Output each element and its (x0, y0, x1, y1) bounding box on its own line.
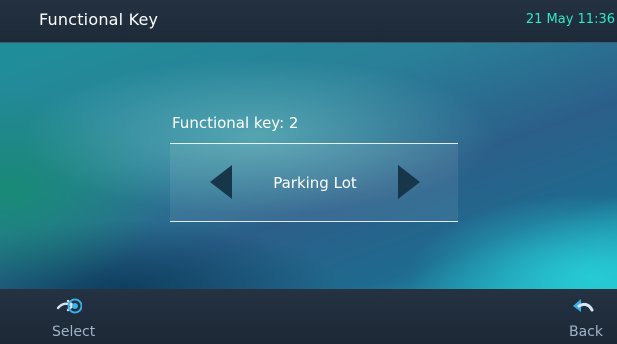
forward-arrow-icon (56, 298, 82, 314)
page-title: Functional Key (39, 10, 159, 29)
select-softkey[interactable]: Select (30, 289, 120, 344)
key-type-selector[interactable]: Parking Lot (170, 143, 458, 222)
main-content: Functional key: 2 Parking Lot (0, 43, 617, 289)
previous-arrow-icon[interactable] (210, 165, 232, 199)
back-softkey[interactable]: Back (537, 289, 617, 344)
select-label: Select (52, 324, 96, 340)
back-arrow-icon (573, 299, 594, 312)
title-bar: Functional Key 21 May 11:36 (0, 0, 617, 43)
functional-key-label: Functional key: 2 (172, 114, 299, 132)
selector-value: Parking Lot (273, 174, 357, 192)
date-time: 21 May 11:36 (525, 12, 615, 27)
next-arrow-icon[interactable] (398, 165, 420, 199)
softkey-bar: Select Back (0, 289, 617, 344)
phone-screen: Functional Key 21 May 11:36 Functional k… (0, 0, 617, 344)
back-label: Back (569, 324, 603, 340)
